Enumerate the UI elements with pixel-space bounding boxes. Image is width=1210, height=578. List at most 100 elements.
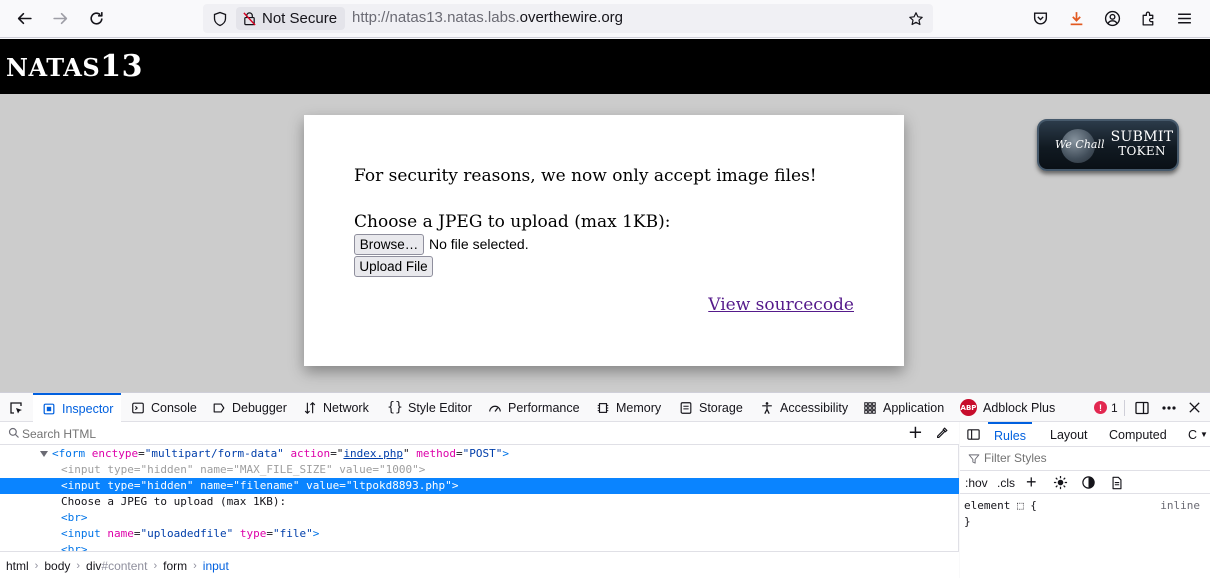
downloads-button[interactable] (1062, 5, 1090, 31)
back-button[interactable] (10, 5, 38, 31)
attr-value-value: "1000" (378, 463, 419, 476)
view-sourcecode-link[interactable]: View sourcecode (708, 295, 854, 315)
element-style-rule[interactable]: element ⬚ { } inline (964, 498, 1206, 530)
tab-overflow[interactable]: C ▼ (1188, 422, 1208, 447)
reload-button[interactable] (82, 5, 110, 31)
error-icon: ! (1094, 401, 1107, 414)
page-title: NATAS13 (6, 49, 143, 84)
upload-file-button[interactable]: Upload File (354, 256, 433, 277)
breadcrumb-html[interactable]: html (6, 559, 29, 573)
toolbar-divider (1124, 400, 1125, 416)
chevron-right-icon: › (76, 559, 81, 572)
br-tag: <br> (61, 543, 88, 551)
extensions-button[interactable] (1134, 5, 1162, 31)
markup-line-text-node[interactable]: Choose a JPEG to upload (max 1KB): (61, 494, 959, 510)
url-bar[interactable]: Not Secure http://natas13.natas.labs.ove… (203, 4, 933, 33)
close-icon (1189, 402, 1200, 413)
accessibility-icon (759, 400, 775, 416)
adblock-plus-icon: ABP (960, 399, 977, 416)
pocket-button[interactable] (1026, 5, 1054, 31)
attr-action-link[interactable]: index.php (343, 447, 403, 460)
url-text[interactable]: http://natas13.natas.labs.overthewire.or… (352, 9, 623, 26)
chevron-right-icon: › (193, 559, 197, 572)
page-viewport: NATAS13 For security reasons, we now onl… (0, 39, 1210, 392)
tab-layout[interactable]: Layout (1050, 422, 1088, 447)
title-number: 13 (100, 49, 143, 84)
error-count-badge[interactable]: ! 1 (1094, 393, 1118, 422)
tab-application-label: Application (883, 400, 945, 415)
devtools-more-button[interactable] (1160, 393, 1178, 422)
light-scheme-sun-icon[interactable] (1053, 474, 1068, 491)
tab-style-editor[interactable]: {} Style Editor (387, 393, 472, 422)
chevron-right-icon: › (153, 559, 158, 572)
attr-action: action (290, 447, 331, 460)
attr-name-value: "filename" (233, 479, 300, 492)
tracking-protection-shield-icon[interactable] (209, 8, 231, 30)
tab-application[interactable]: Application (862, 393, 944, 422)
tab-storage[interactable]: Storage (678, 393, 743, 422)
tab-memory[interactable]: Memory (595, 393, 661, 422)
not-secure-label: Not Secure (262, 10, 338, 27)
natas-header: NATAS13 (0, 39, 1210, 94)
breadcrumb-div-content[interactable]: div#content (86, 559, 147, 573)
markup-line-br-2[interactable]: <br> (61, 542, 959, 551)
tab-adblock-plus[interactable]: ABP Adblock Plus (960, 393, 1055, 422)
toggle-sidebar-button[interactable] (966, 422, 981, 447)
wechall-submit-token-button[interactable]: We Chall SUBMIT TOKEN (1037, 119, 1179, 171)
input-tag-name: input (67, 479, 101, 492)
inspector-pane: + <form enctype="multipart/form-data" ac… (0, 422, 959, 578)
dock-side-button[interactable] (1134, 393, 1150, 422)
hov-toggle[interactable]: :hov (965, 474, 988, 491)
devtools-tab-bar: Inspector Console Debugger Network {} St… (0, 393, 1210, 422)
breadcrumb-input[interactable]: input (203, 559, 229, 573)
markup-line-max-file-size[interactable]: <input type="hidden" name="MAX_FILE_SIZE… (61, 462, 959, 478)
attr-value-value: "ltpokd8893.php" (345, 479, 452, 492)
app-menu-button[interactable] (1170, 5, 1198, 31)
bookmark-star-icon[interactable] (905, 8, 927, 30)
markup-line-br[interactable]: <br> (61, 510, 959, 526)
filter-styles-input[interactable] (984, 451, 1184, 465)
tab-storage-label: Storage (699, 400, 743, 415)
url-prefix: http://natas13.natas.labs. (352, 9, 520, 26)
memory-icon (595, 400, 611, 416)
tab-computed[interactable]: Computed (1109, 422, 1167, 447)
attr-type: type (107, 479, 134, 492)
markup-line-form[interactable]: <form enctype="multipart/form-data" acti… (40, 446, 959, 462)
tab-inspector[interactable]: Inspector (33, 393, 122, 422)
breadcrumb-div-id: #content (101, 558, 148, 573)
forward-button[interactable] (46, 5, 74, 31)
search-html-input[interactable] (22, 425, 882, 442)
browse-button[interactable]: Browse… (354, 234, 424, 255)
reload-icon (89, 11, 103, 25)
dock-side-icon (1135, 401, 1149, 414)
tab-accessibility[interactable]: Accessibility (759, 393, 848, 422)
chevron-down-icon: ▼ (1200, 430, 1208, 439)
tab-console[interactable]: Console (130, 393, 197, 422)
tab-performance[interactable]: Performance (487, 393, 580, 422)
element-picker-button[interactable] (8, 393, 28, 422)
markup-line-uploadedfile[interactable]: <input name="uploadedfile" type="file"> (61, 526, 959, 542)
eyedropper-icon[interactable] (935, 426, 949, 440)
not-secure-indicator[interactable]: Not Secure (236, 7, 346, 30)
devtools-close-button[interactable] (1187, 393, 1202, 422)
tab-debugger[interactable]: Debugger (211, 393, 287, 422)
dark-scheme-contrast-icon[interactable] (1081, 474, 1096, 491)
sidebar-toggle-icon (967, 429, 980, 440)
markup-line-filename-selected[interactable]: <input type="hidden" name="filename" val… (0, 478, 959, 494)
tab-rules[interactable]: Rules (988, 422, 1032, 447)
breadcrumb-body[interactable]: body (44, 559, 70, 573)
cls-toggle[interactable]: .cls (997, 474, 1015, 491)
tab-network[interactable]: Network (302, 393, 369, 422)
attr-name-value: "uploadedfile" (140, 527, 234, 540)
attr-name-value: "MAX_FILE_SIZE" (233, 463, 333, 476)
account-button[interactable] (1098, 5, 1126, 31)
tab-accessibility-label: Accessibility (780, 400, 849, 415)
add-rule-plus-icon[interactable]: + (1026, 472, 1037, 492)
input-tag-name: input (67, 527, 101, 540)
print-media-document-icon[interactable] (1110, 474, 1124, 491)
no-file-selected-text: No file selected. (429, 236, 529, 252)
devtools-panel: Inspector Console Debugger Network {} St… (0, 392, 1210, 578)
breadcrumb-form[interactable]: form (163, 559, 187, 573)
expand-twisty-icon[interactable] (40, 451, 48, 457)
add-node-plus-icon[interactable]: + (908, 424, 923, 442)
